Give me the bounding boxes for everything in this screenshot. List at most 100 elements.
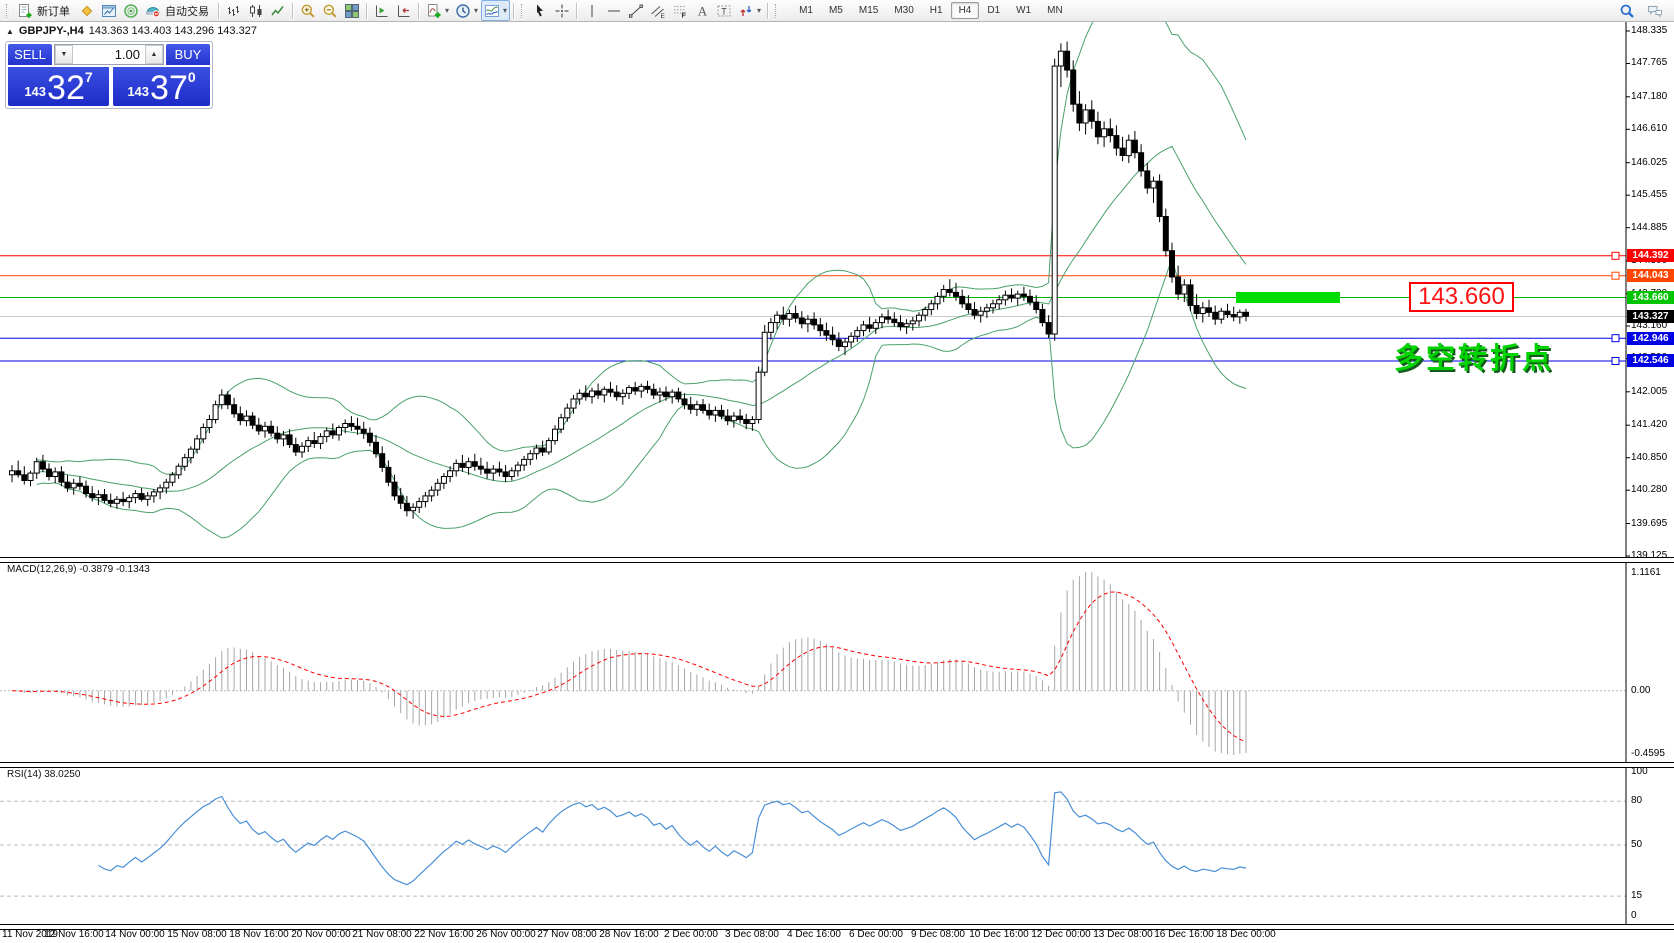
tf-mn-button[interactable]: MN (1039, 2, 1071, 19)
chart-shift-button[interactable] (371, 0, 393, 21)
metaquotes-button[interactable] (76, 0, 98, 21)
time-tick-label: 3 Dec 08:00 (725, 929, 779, 940)
time-tick-label: 27 Nov 08:00 (537, 929, 597, 940)
tf-m15-button[interactable]: M15 (851, 2, 886, 19)
search-button[interactable] (1616, 0, 1638, 21)
price-tick-label: 147.180 (1631, 91, 1667, 102)
charts-window-icon (101, 3, 117, 19)
highlight-bar-annotation[interactable] (1236, 292, 1340, 303)
new-order-button[interactable]: 新订单 (14, 0, 76, 21)
tf-m30-button[interactable]: M30 (886, 2, 921, 19)
price-tick-label: 139.695 (1631, 518, 1667, 529)
price-badge-143.660: 143.660 (1627, 291, 1674, 304)
chat-button[interactable] (1644, 0, 1666, 21)
arrows-button[interactable]: ▾ (735, 0, 764, 21)
charts-window-button[interactable] (98, 0, 120, 21)
tf-h4-button[interactable]: H4 (951, 2, 980, 19)
pane-separator[interactable] (0, 557, 1674, 563)
time-tick-label: 9 Dec 08:00 (911, 929, 965, 940)
price-tick-label: 147.765 (1631, 57, 1667, 68)
volume-up-button[interactable]: ▲ (145, 45, 163, 64)
dropdown-caret-icon: ▾ (474, 6, 478, 15)
buy-price-small: 143 (127, 84, 149, 99)
chart-plot[interactable] (0, 21, 1674, 943)
crosshair-button[interactable] (551, 0, 573, 21)
tf-m5-button[interactable]: M5 (821, 2, 851, 19)
tf-w1-button[interactable]: W1 (1008, 2, 1039, 19)
time-tick-label: 21 Nov 08:00 (352, 929, 412, 940)
volume-stepper: ▼ 1.00 ▲ (54, 44, 164, 65)
toolbar-separator (418, 3, 420, 19)
price-badge-143.327: 143.327 (1627, 310, 1674, 323)
price-tick-label: 144.885 (1631, 222, 1667, 233)
chart-area[interactable]: ▲ GBPJPY-,H4 143.363 143.403 143.296 143… (0, 21, 1674, 943)
sell-price-sup: 7 (85, 69, 93, 85)
trendline-button[interactable] (625, 0, 647, 21)
chart-autoscroll-icon (396, 3, 412, 19)
hline-button[interactable] (603, 0, 625, 21)
tf-d1-button[interactable]: D1 (979, 2, 1008, 19)
buy-price-sup: 0 (188, 69, 196, 85)
toolbar-button-label: 自动交易 (165, 3, 209, 19)
price-annotation-box[interactable]: 143.660 (1409, 282, 1514, 312)
time-tick-label: 18 Dec 00:00 (1216, 929, 1276, 940)
chevron-down-icon: ▼ (61, 51, 68, 58)
text-button[interactable]: A (691, 0, 713, 21)
toolbar-separator (513, 3, 515, 19)
indicators-button[interactable]: ▾ (423, 0, 452, 21)
tile-windows-icon (344, 3, 360, 19)
line-chart-button[interactable] (267, 0, 289, 21)
tile-windows-button[interactable] (341, 0, 363, 21)
one-click-trading-panel: SELL ▼ 1.00 ▲ BUY 143 32 7 143 37 0 (5, 41, 213, 109)
time-tick-label: 10 Dec 16:00 (969, 929, 1029, 940)
macd-axis-label: 1.1161 (1631, 567, 1661, 578)
hline-handle[interactable] (1612, 358, 1619, 365)
autotrading-button[interactable]: 自动交易 (142, 0, 215, 21)
sell-button[interactable]: SELL (8, 44, 52, 65)
cursor-button[interactable] (529, 0, 551, 21)
sound-icon (123, 3, 139, 19)
collapse-icon[interactable]: ▲ (6, 27, 14, 36)
toolbar-separator (366, 3, 368, 19)
sound-button[interactable] (120, 0, 142, 21)
buy-price-button[interactable]: 143 37 0 (113, 67, 210, 106)
volume-down-button[interactable]: ▼ (55, 45, 73, 64)
svg-text:T: T (721, 6, 727, 16)
price-tick-label: 141.420 (1631, 419, 1667, 430)
vline-button[interactable] (581, 0, 603, 21)
dropdown-caret-icon: ▾ (757, 6, 761, 15)
toolbar-right-icons (1616, 0, 1671, 21)
time-tick-label: 13 Dec 08:00 (1093, 929, 1153, 940)
templates-button[interactable]: ▾ (481, 0, 510, 21)
pane-separator[interactable] (0, 762, 1674, 768)
crosshair-icon (554, 3, 570, 19)
bar-chart-button[interactable] (223, 0, 245, 21)
time-tick-label: 16 Dec 16:00 (1154, 929, 1214, 940)
time-tick-label: 22 Nov 16:00 (414, 929, 474, 940)
channel-button[interactable]: E (647, 0, 669, 21)
rsi-line (98, 792, 1246, 885)
text-label-button[interactable]: T (713, 0, 735, 21)
zoom-out-button[interactable] (319, 0, 341, 21)
tf-m1-button[interactable]: M1 (791, 2, 821, 19)
tf-h1-button[interactable]: H1 (922, 2, 951, 19)
periods-button[interactable]: ▾ (452, 0, 481, 21)
trendline-icon (628, 3, 644, 19)
volume-input[interactable]: 1.00 (73, 45, 145, 64)
hline-handle[interactable] (1612, 335, 1619, 342)
candle-chart-button[interactable] (245, 0, 267, 21)
macd-axis-label: 0.00 (1631, 685, 1650, 696)
hline-handle[interactable] (1612, 252, 1619, 259)
chart-autoscroll-button[interactable] (393, 0, 415, 21)
sell-price-button[interactable]: 143 32 7 (8, 67, 109, 106)
chinese-annotation-text[interactable]: 多空转折点 (1394, 335, 1554, 377)
time-tick-label: 4 Dec 16:00 (787, 929, 841, 940)
buy-button[interactable]: BUY (166, 44, 210, 65)
symbol-header: ▲ GBPJPY-,H4 143.363 143.403 143.296 143… (6, 25, 257, 37)
fibonacci-button[interactable]: F (669, 0, 691, 21)
time-tick-label: 20 Nov 00:00 (291, 929, 351, 940)
toolbar-grip (6, 4, 11, 18)
hline-handle[interactable] (1612, 272, 1619, 279)
zoom-in-button[interactable] (297, 0, 319, 21)
toolbar-grip (521, 4, 526, 18)
